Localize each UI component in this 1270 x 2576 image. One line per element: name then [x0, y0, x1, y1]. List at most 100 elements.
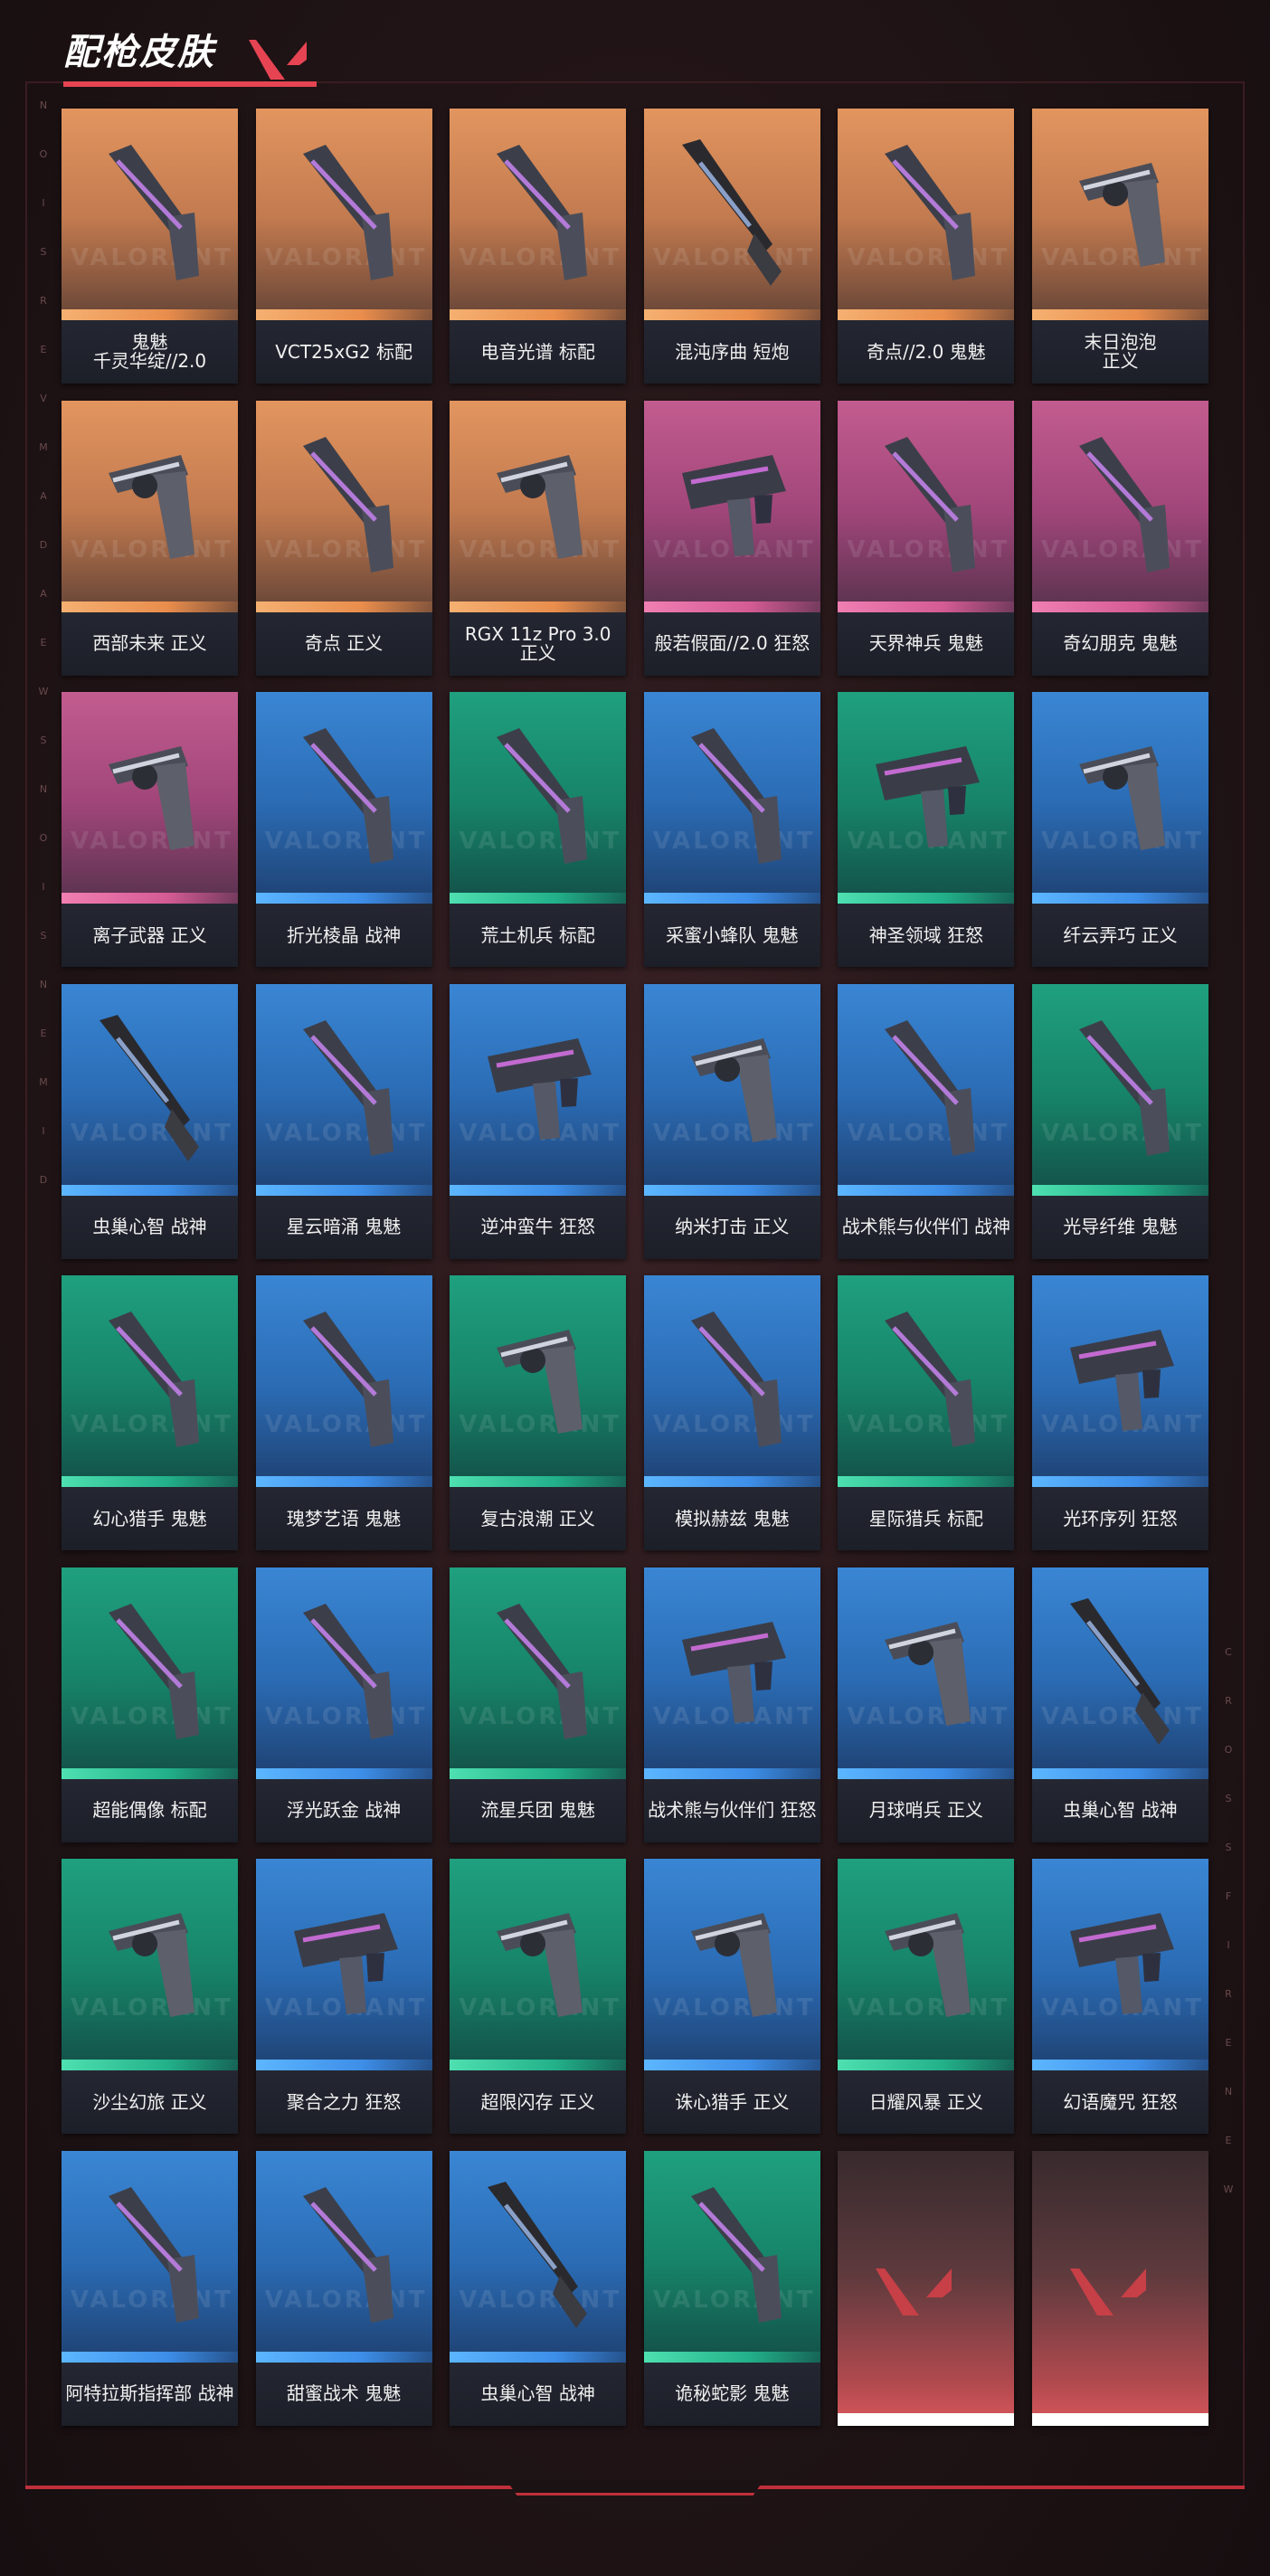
- skin-card[interactable]: VALORANT 超限闪存 正义: [450, 1859, 627, 2134]
- skin-card[interactable]: VALORANT战术熊与伙伴们 狂怒: [643, 1567, 820, 1842]
- shotgun-icon: [1069, 1597, 1170, 1745]
- side-letter: O: [1224, 1744, 1233, 1756]
- skin-name-label: 幻语魔咒 狂怒: [1063, 2090, 1178, 2113]
- skin-card[interactable]: VALORANT 幻心猎手 鬼魅: [62, 1275, 238, 1550]
- side-letter: V: [40, 393, 47, 404]
- skin-card[interactable]: VALORANT 诛心猎手 正义: [643, 1859, 820, 2134]
- tier-stripe: [255, 1767, 432, 1779]
- tier-stripe: [643, 2060, 820, 2070]
- skin-card[interactable]: VALORANT 混沌序曲 短炮: [643, 109, 820, 384]
- skin-card[interactable]: VALORANT 电音光谱 标配: [450, 109, 627, 384]
- skin-card[interactable]: VALORANT聚合之力 狂怒: [255, 1859, 432, 2134]
- skin-card[interactable]: VALORANT 虫巢心智 战神: [450, 2150, 627, 2426]
- skin-name-label: 流星兵团 鬼魅: [480, 1799, 595, 1821]
- skin-name-label: 月球哨兵 正义: [868, 1799, 984, 1821]
- skin-card[interactable]: VALORANT 浮光跃金 战神: [255, 1567, 432, 1842]
- empty-skin-slot[interactable]: [838, 2150, 1015, 2426]
- skin-card[interactable]: VALORANT 光导纤维 鬼魅: [1031, 983, 1208, 1259]
- skin-card[interactable]: VALORANT 日耀风暴 正义: [838, 1859, 1015, 2134]
- tier-stripe: [838, 2060, 1015, 2070]
- skin-card[interactable]: VALORANT 流星兵团 鬼魅: [450, 1567, 627, 1842]
- skin-card[interactable]: VALORANT VCT25xG2 标配: [255, 109, 432, 384]
- tier-stripe: [1031, 309, 1208, 320]
- side-letter: R: [1225, 1988, 1232, 2000]
- skin-name-label: 超能偶像 标配: [92, 1799, 207, 1821]
- skin-card[interactable]: VALORANT光环序列 狂怒: [1031, 1275, 1208, 1550]
- revolver-icon: [690, 1913, 777, 2017]
- pistol-icon: [1078, 1019, 1170, 1156]
- skin-card[interactable]: VALORANT 鬼魅 千灵华绽//2.0: [62, 109, 238, 384]
- skin-card[interactable]: VALORANT 折光棱晶 战神: [255, 692, 432, 967]
- skin-card[interactable]: VALORANT 虫巢心智 战神: [1031, 1567, 1208, 1842]
- side-letter: I: [42, 197, 45, 209]
- skin-card[interactable]: VALORANT 虫巢心智 战神: [62, 983, 238, 1259]
- skin-name-label: 聚合之力 狂怒: [286, 2090, 402, 2113]
- skin-card[interactable]: VALORANT 末日泡泡 正义: [1031, 109, 1208, 384]
- skin-card[interactable]: VALORANT 星际猎兵 标配: [838, 1275, 1015, 1550]
- skin-name-label: 瑰梦艺语 鬼魅: [286, 1507, 402, 1530]
- skin-card[interactable]: VALORANT 采蜜小蜂队 鬼魅: [643, 692, 820, 967]
- skin-card[interactable]: VALORANT RGX 11z Pro 3.0 正义: [450, 400, 627, 676]
- valorant-logo-icon: [249, 40, 307, 80]
- skin-name-label: 光环序列 狂怒: [1063, 1507, 1178, 1530]
- skin-card[interactable]: VALORANT 超能偶像 标配: [62, 1567, 238, 1842]
- skin-card[interactable]: VALORANT 复古浪潮 正义: [450, 1275, 627, 1550]
- skin-name-label: 超限闪存 正义: [480, 2090, 595, 2113]
- pistol-icon: [885, 1312, 976, 1447]
- skin-name-label: 光导纤维 鬼魅: [1063, 1216, 1178, 1237]
- skin-card[interactable]: VALORANT 纤云弄巧 正义: [1031, 692, 1208, 967]
- skin-card[interactable]: VALORANT 天界神兵 鬼魅: [838, 400, 1015, 676]
- skin-card[interactable]: VALORANT幻语魔咒 狂怒: [1031, 1859, 1208, 2134]
- revolver-icon: [885, 1621, 971, 1726]
- skin-card[interactable]: VALORANT 甜蜜战术 鬼魅: [255, 2150, 432, 2426]
- skin-card[interactable]: VALORANT般若假面//2.0 狂怒: [643, 400, 820, 676]
- revolver-icon: [109, 1913, 194, 2017]
- tier-stripe: [838, 893, 1015, 904]
- skin-name-label: 浮光跃金 战神: [286, 1799, 402, 1821]
- revolver-icon: [885, 1913, 971, 2017]
- skin-card[interactable]: VALORANT 星云暗涌 鬼魅: [255, 983, 432, 1259]
- skin-card[interactable]: VALORANT 阿特拉斯指挥部 战神: [62, 2150, 238, 2426]
- skin-card[interactable]: VALORANT 奇点//2.0 鬼魅: [838, 109, 1015, 384]
- skin-name-label: 沙尘幻旅 正义: [92, 2090, 207, 2113]
- skin-card[interactable]: VALORANT神圣领域 狂怒: [838, 692, 1015, 967]
- skin-card[interactable]: VALORANT 离子武器 正义: [62, 692, 238, 967]
- tier-stripe: [255, 2351, 432, 2363]
- revolver-icon: [1078, 746, 1165, 850]
- skin-card[interactable]: VALORANT 模拟赫兹 鬼魅: [643, 1275, 820, 1550]
- pistol-icon: [302, 436, 393, 573]
- skin-card[interactable]: VALORANT 荒土机兵 标配: [450, 692, 627, 967]
- tier-stripe: [643, 2351, 820, 2363]
- shotgun-icon: [488, 2181, 588, 2328]
- tier-stripe: [62, 601, 238, 612]
- skin-card[interactable]: VALORANT 战术熊与伙伴们 战神: [838, 983, 1015, 1259]
- pistol-icon: [109, 1312, 199, 1447]
- pistol-icon: [690, 728, 782, 864]
- side-letter: N: [39, 99, 48, 111]
- skin-card[interactable]: VALORANT 奇幻朋克 鬼魅: [1031, 400, 1208, 676]
- skin-card[interactable]: VALORANT 月球哨兵 正义: [838, 1567, 1015, 1842]
- skin-card[interactable]: VALORANT 瑰梦艺语 鬼魅: [255, 1275, 432, 1550]
- header: 配枪皮肤: [63, 27, 317, 87]
- skin-card[interactable]: VALORANT 纳米打击 正义: [643, 983, 820, 1259]
- skin-card[interactable]: VALORANT逆冲蛮牛 狂怒: [450, 983, 627, 1259]
- skin-card[interactable]: VALORANT 奇点 正义: [255, 400, 432, 676]
- skin-name-label: 虫巢心智 战神: [1063, 1799, 1178, 1821]
- tier-stripe: [62, 1767, 238, 1779]
- empty-skin-slot[interactable]: [1031, 2150, 1208, 2426]
- skin-name-label: 星际猎兵 标配: [868, 1507, 984, 1530]
- side-letter: F: [1225, 1890, 1232, 1902]
- side-letter: S: [1225, 1793, 1232, 1804]
- skin-card[interactable]: VALORANT 诡秘蛇影 鬼魅: [643, 2150, 820, 2426]
- skin-card[interactable]: VALORANT 沙尘幻旅 正义: [62, 1859, 238, 2134]
- tier-stripe: [255, 1476, 432, 1487]
- pistol-icon: [302, 1603, 393, 1739]
- skin-name-label: 离子武器 正义: [92, 923, 207, 946]
- side-letter: D: [39, 1174, 48, 1186]
- revolver-icon: [497, 1913, 583, 2017]
- smg-icon: [876, 746, 981, 848]
- tier-stripe: [643, 601, 820, 612]
- skin-card[interactable]: VALORANT 西部未来 正义: [62, 400, 238, 676]
- empty-slot-base: [1031, 2412, 1208, 2426]
- skin-name-label: 诛心猎手 正义: [675, 2090, 790, 2113]
